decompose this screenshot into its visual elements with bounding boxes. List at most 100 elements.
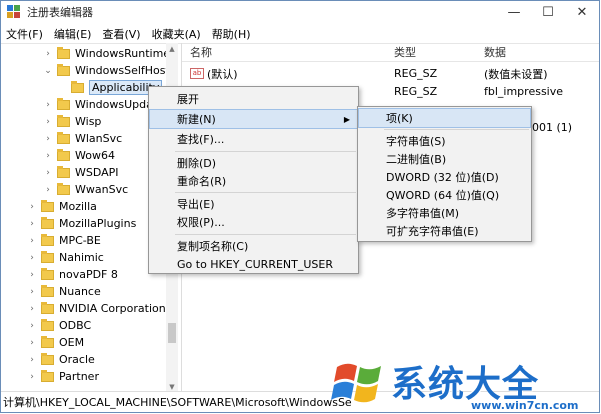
tree-item-label: Nahimic [59, 251, 104, 264]
ctx-expand[interactable]: 展开 [149, 89, 358, 109]
menu-file[interactable]: 文件(F) [1, 26, 49, 42]
folder-icon [57, 131, 70, 144]
tree-item-label: MPC-BE [59, 234, 101, 247]
expander-icon[interactable]: › [27, 270, 37, 280]
tree-item[interactable]: › Wow64 [43, 147, 115, 164]
context-menu: 展开 新建(N) ▶ 查找(F)... 删除(D) 重命名(R) 导出(E) 权… [148, 86, 359, 274]
ctx-new[interactable]: 新建(N) ▶ [149, 109, 358, 129]
tree-item[interactable]: › WindowsUpdat [43, 96, 157, 113]
tree-item[interactable]: › WSDAPI [43, 164, 119, 181]
scroll-down-icon[interactable]: ▼ [168, 383, 176, 391]
tree-item-label: novaPDF 8 [59, 268, 118, 281]
expander-icon[interactable]: › [27, 253, 37, 263]
tree-item[interactable]: › Mozilla [27, 198, 97, 215]
tree-item[interactable]: › NVIDIA Corporation [27, 300, 166, 317]
menu-view[interactable]: 查看(V) [97, 26, 146, 42]
submenu-multi-string-value[interactable]: 多字符串值(M) [358, 203, 531, 223]
expander-icon[interactable]: › [27, 202, 37, 212]
expander-icon[interactable]: › [43, 100, 53, 110]
tree-item[interactable]: ⌄ WindowsSelfHost [43, 62, 170, 79]
folder-icon [57, 46, 70, 59]
expander-icon[interactable]: › [27, 321, 37, 331]
expander-icon[interactable]: › [27, 372, 37, 382]
tree-item-label: WlanSvc [75, 132, 123, 145]
expander-icon[interactable]: › [43, 185, 53, 195]
column-header-name[interactable]: 名称 [190, 43, 212, 61]
site-watermark: 系统大全 www.win7cn.com [331, 353, 599, 412]
folder-icon [41, 216, 54, 229]
tree-item[interactable]: › ODBC [27, 317, 91, 334]
tree-item[interactable]: › novaPDF 8 [27, 266, 118, 283]
expander-icon[interactable]: › [27, 338, 37, 348]
tree-item[interactable]: › Oracle [27, 351, 95, 368]
scroll-up-icon[interactable]: ▲ [168, 45, 176, 53]
menu-help[interactable]: 帮助(H) [207, 26, 257, 42]
tree-item[interactable]: › Nuance [27, 283, 101, 300]
menu-separator [175, 234, 356, 235]
expander-icon[interactable]: › [27, 236, 37, 246]
tree-item[interactable]: › WlanSvc [43, 130, 122, 147]
ctx-permissions[interactable]: 权限(P)... [149, 212, 358, 232]
ctx-find[interactable]: 查找(F)... [149, 129, 358, 149]
submenu-qword-value[interactable]: QWORD (64 位)值(Q) [358, 185, 531, 205]
folder-icon [57, 63, 70, 76]
tree-item[interactable]: › OEM [27, 334, 84, 351]
expander-icon[interactable]: › [27, 219, 37, 229]
expander-icon[interactable]: › [43, 49, 53, 59]
ctx-export[interactable]: 导出(E) [149, 194, 358, 214]
menu-edit[interactable]: 编辑(E) [49, 26, 98, 42]
ctx-rename[interactable]: 重命名(R) [149, 171, 358, 191]
tree-item-label: OEM [59, 336, 85, 349]
close-button[interactable]: ✕ [565, 1, 599, 23]
submenu-expandable-string-value[interactable]: 可扩充字符串值(E) [358, 221, 531, 241]
ctx-copy-key-name[interactable]: 复制项名称(C) [149, 236, 358, 256]
tree-item[interactable]: › MozillaPlugins [27, 215, 136, 232]
expander-icon[interactable]: › [43, 117, 53, 127]
value-type: REG_SZ [394, 85, 438, 98]
expander-icon[interactable]: ⌄ [43, 66, 53, 76]
tree-item-label: WSDAPI [75, 166, 119, 179]
tree-item[interactable]: › Partner [27, 368, 99, 385]
tree-item[interactable]: › Wisp [43, 113, 101, 130]
folder-icon [41, 335, 54, 348]
tree-item-label: NVIDIA Corporation [59, 302, 166, 315]
tree-item-selected[interactable]: Applicability [57, 79, 163, 96]
submenu-string-value[interactable]: 字符串值(S) [358, 131, 531, 151]
tree-item-label: Mozilla [59, 200, 97, 213]
string-value-icon: ab [190, 68, 204, 79]
submenu-binary-value[interactable]: 二进制值(B) [358, 149, 531, 169]
title-bar: 注册表编辑器 — ☐ ✕ [1, 1, 599, 23]
expander-icon[interactable]: › [27, 287, 37, 297]
window-controls: — ☐ ✕ [497, 1, 599, 23]
ctx-delete[interactable]: 删除(D) [149, 153, 358, 173]
menu-favorites[interactable]: 收藏夹(A) [147, 26, 207, 42]
scrollbar-thumb[interactable] [168, 323, 176, 343]
expander-icon[interactable]: › [27, 304, 37, 314]
header-divider [182, 61, 599, 62]
value-type: REG_SZ [394, 67, 438, 80]
minimize-button[interactable]: — [497, 1, 531, 23]
tree-item-label: ODBC [59, 319, 92, 332]
expander-icon[interactable]: › [43, 168, 53, 178]
menu-separator [384, 129, 529, 130]
folder-icon [41, 352, 54, 365]
tree-item[interactable]: › Nahimic [27, 249, 104, 266]
tree-item[interactable]: › WwanSvc [43, 181, 128, 198]
folder-icon [41, 233, 54, 246]
submenu-key[interactable]: 项(K) [358, 108, 531, 128]
tree-item[interactable]: › WindowsRuntime [43, 45, 170, 62]
submenu-dword-value[interactable]: DWORD (32 位)值(D) [358, 167, 531, 187]
folder-icon [41, 284, 54, 297]
folder-icon [57, 182, 70, 195]
expander-icon[interactable]: › [27, 355, 37, 365]
column-header-type[interactable]: 类型 [394, 43, 416, 61]
expander-icon[interactable]: › [43, 151, 53, 161]
folder-icon [41, 250, 54, 263]
folder-icon [41, 267, 54, 280]
maximize-button[interactable]: ☐ [531, 1, 565, 23]
column-header-data[interactable]: 数据 [484, 43, 506, 61]
value-row-default[interactable]: ab (默认) [190, 65, 238, 82]
expander-icon[interactable]: › [43, 134, 53, 144]
tree-item[interactable]: › MPC-BE [27, 232, 101, 249]
ctx-goto-hkcu[interactable]: Go to HKEY_CURRENT_USER [149, 254, 358, 274]
